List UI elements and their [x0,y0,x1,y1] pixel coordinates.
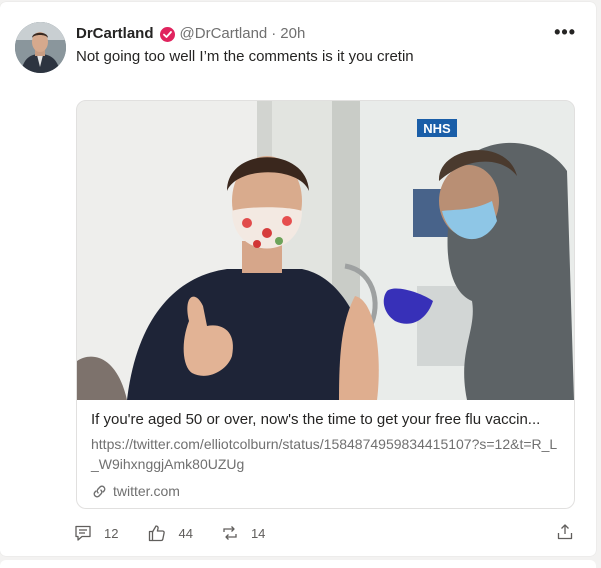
embed-image: NHS [77,101,574,400]
author-handle[interactable]: @DrCartland [180,24,268,44]
like-button[interactable]: 44 [148,524,193,542]
more-options-icon[interactable]: ••• [554,22,576,42]
embed-title[interactable]: If you're aged 50 or over, now's the tim… [91,410,561,430]
embed-url[interactable]: https://twitter.com/elliotcolburn/status… [91,434,561,474]
share-icon [557,524,573,540]
next-card-edge [0,560,596,568]
post-header: DrCartland @DrCartland · 20h [76,24,536,44]
thumbs-up-icon [149,525,166,542]
post-time[interactable]: 20h [280,24,305,44]
share-button[interactable] [556,523,574,544]
link-icon [93,485,106,497]
embed-domain-label: twitter.com [113,483,180,499]
comment-count: 12 [104,525,119,541]
avatar-image [15,22,66,73]
nhs-sign-text: NHS [423,121,451,136]
embedded-link-card[interactable]: NHS If you're aged 50 or over, now's the… [76,100,575,509]
post-actions: 12 44 14 [74,523,576,543]
verified-badge-icon [159,26,175,42]
comment-icon [75,525,91,541]
embed-domain[interactable]: twitter.com [91,482,180,500]
author-name[interactable]: DrCartland [76,24,154,44]
retweet-icon [223,526,237,540]
avatar[interactable] [15,22,66,73]
post-card: DrCartland @DrCartland · 20h ••• Not goi… [0,2,596,556]
post-text: Not going too well I’m the comments is i… [76,48,414,65]
retweet-button[interactable]: 14 [221,524,265,542]
separator-dot: · [271,25,277,42]
comment-button[interactable]: 12 [74,524,118,542]
retweet-count: 14 [250,525,266,541]
like-count: 44 [178,525,193,541]
